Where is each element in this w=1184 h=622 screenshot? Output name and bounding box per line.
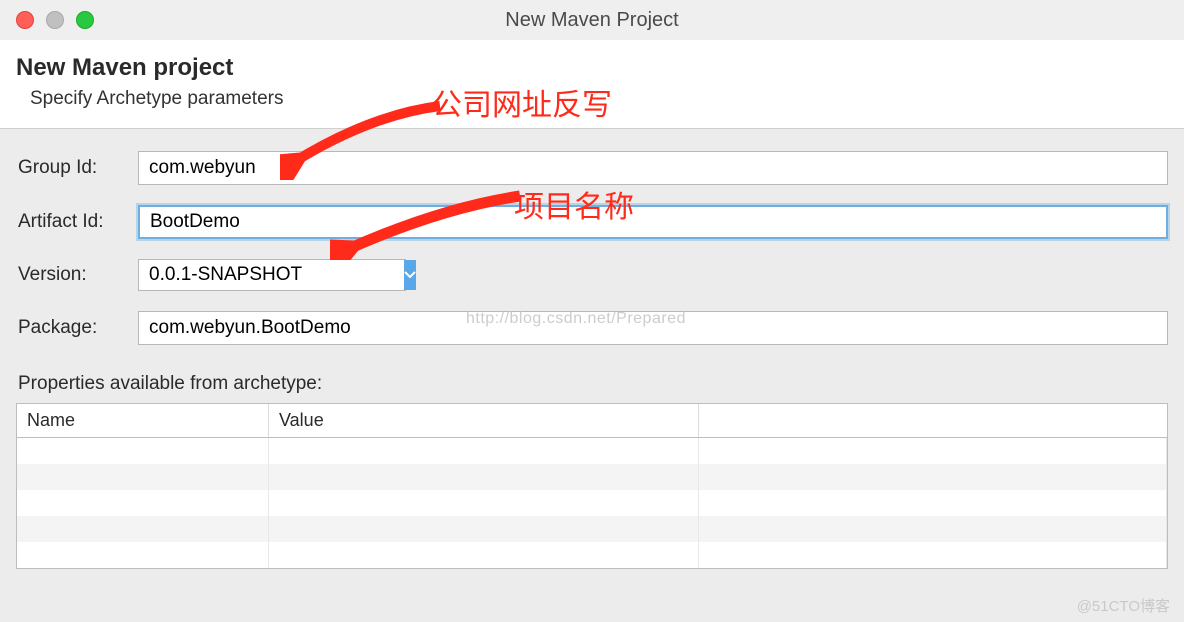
traffic-lights: [16, 11, 94, 29]
table-row[interactable]: [17, 542, 1167, 568]
minimize-icon[interactable]: [46, 11, 64, 29]
artifact-id-input[interactable]: [138, 205, 1168, 239]
window-title: New Maven Project: [505, 9, 678, 32]
close-icon[interactable]: [16, 11, 34, 29]
version-row: Version:: [18, 259, 1168, 291]
page-subtitle: Specify Archetype parameters: [16, 88, 1168, 110]
column-rest: [699, 404, 1167, 437]
column-name[interactable]: Name: [17, 404, 269, 437]
package-label: Package:: [18, 317, 138, 339]
package-input[interactable]: [138, 311, 1168, 345]
group-id-label: Group Id:: [18, 157, 138, 179]
chevron-down-icon[interactable]: [404, 260, 416, 290]
table-row[interactable]: [17, 438, 1167, 464]
artifact-id-row: Artifact Id:: [18, 205, 1168, 239]
version-combo[interactable]: [138, 259, 406, 291]
table-header: Name Value: [17, 404, 1167, 438]
table-row[interactable]: [17, 464, 1167, 490]
group-id-input[interactable]: [138, 151, 1168, 185]
wizard-header: New Maven project Specify Archetype para…: [0, 40, 1184, 129]
titlebar: New Maven Project: [0, 0, 1184, 40]
table-body: [17, 438, 1167, 568]
version-input[interactable]: [139, 260, 404, 290]
group-id-row: Group Id:: [18, 151, 1168, 185]
package-row: Package:: [18, 311, 1168, 345]
version-label: Version:: [18, 264, 138, 286]
column-value[interactable]: Value: [269, 404, 699, 437]
table-row[interactable]: [17, 490, 1167, 516]
artifact-id-label: Artifact Id:: [18, 211, 138, 233]
table-row[interactable]: [17, 516, 1167, 542]
page-title: New Maven project: [16, 54, 1168, 82]
form-area: Group Id: Artifact Id: Version: Package:: [0, 129, 1184, 367]
watermark-51cto: @51CTO博客: [1077, 595, 1170, 616]
properties-table: Name Value: [16, 403, 1168, 569]
maximize-icon[interactable]: [76, 11, 94, 29]
properties-label: Properties available from archetype:: [18, 373, 1184, 395]
